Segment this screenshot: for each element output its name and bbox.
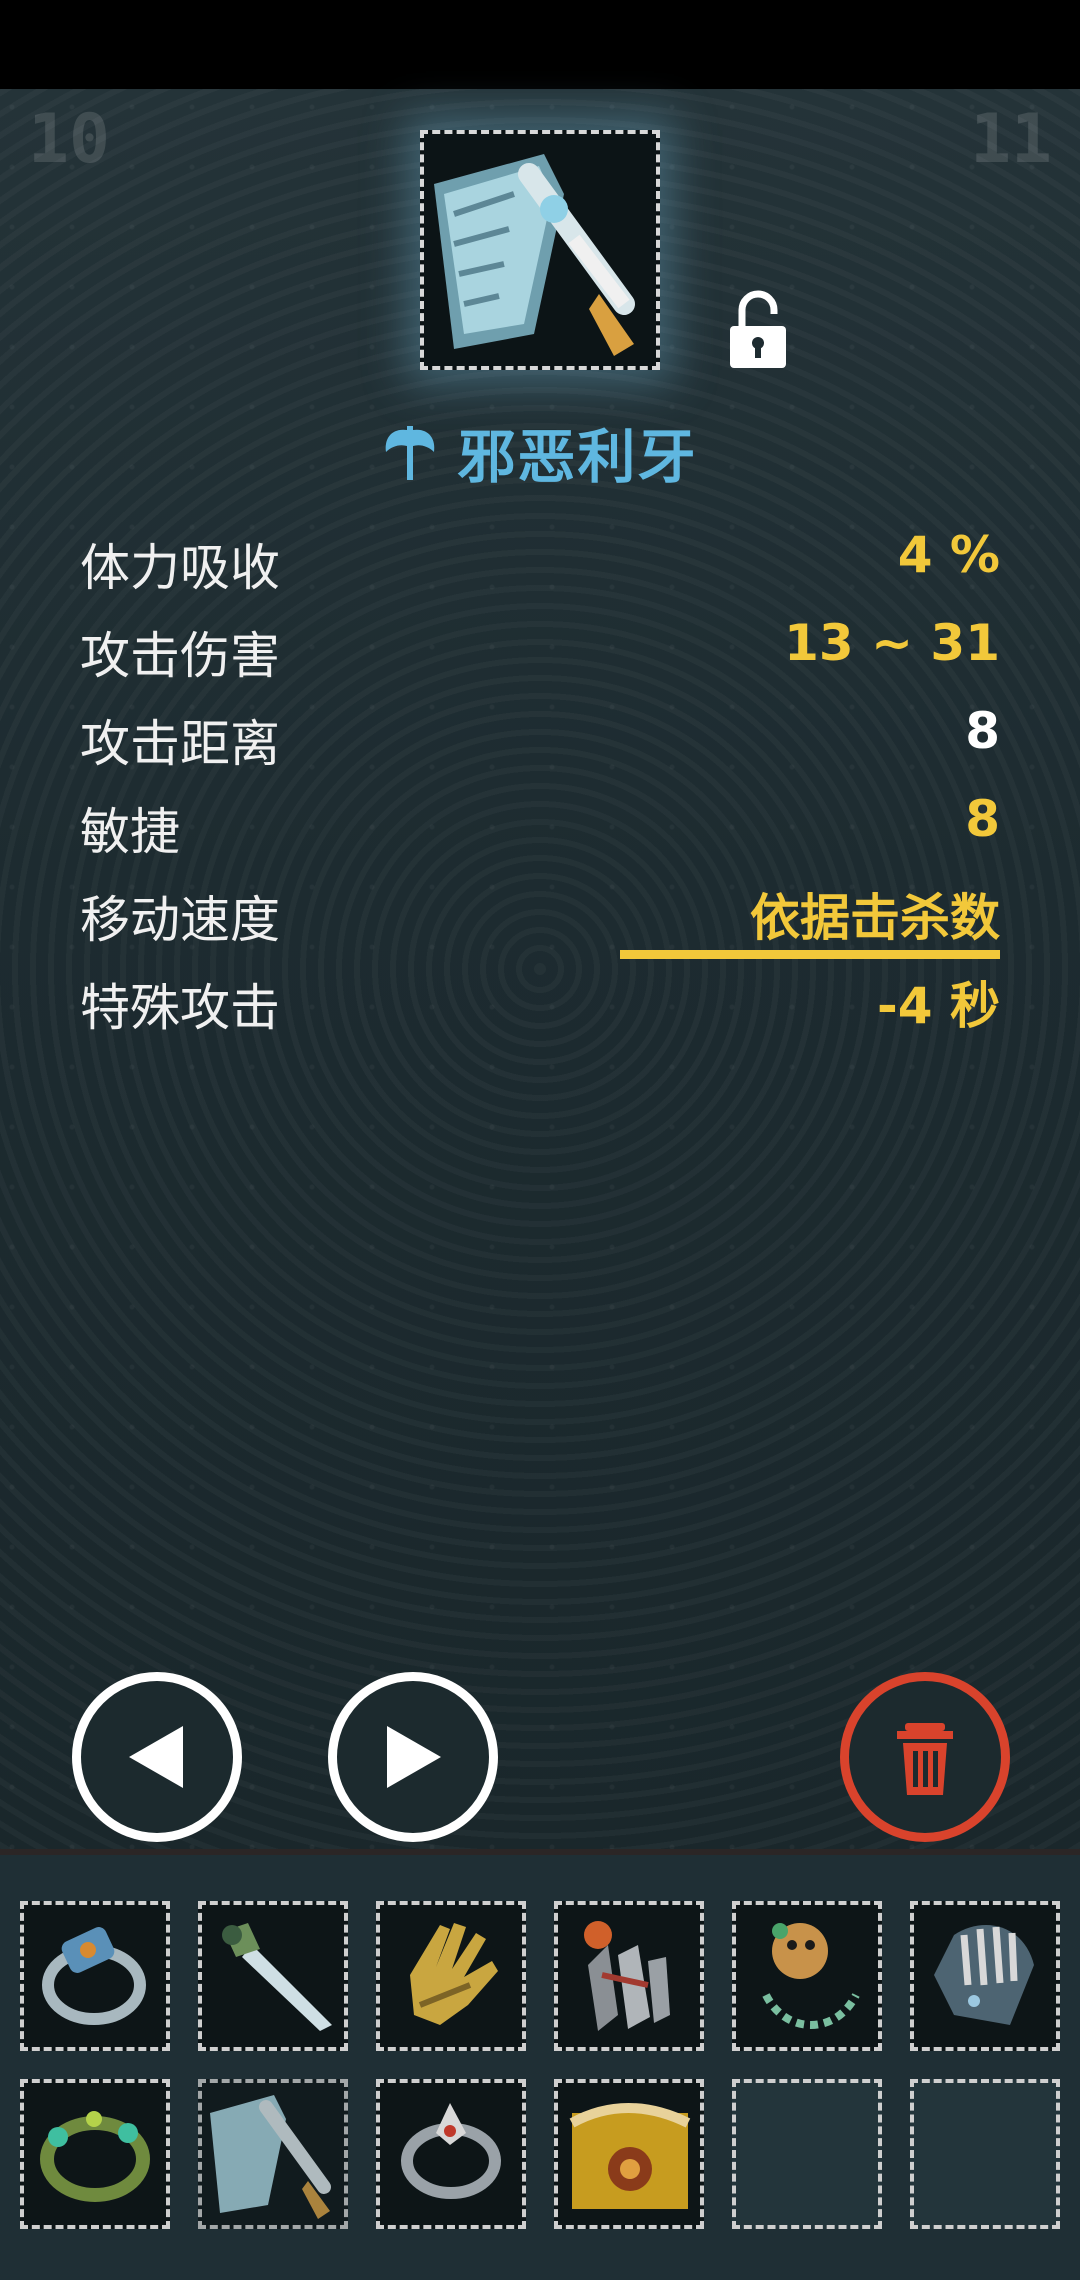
stat-row-move-speed: 移动速度 依据击杀数 xyxy=(80,872,1000,960)
hook-ring-icon xyxy=(401,2103,501,2199)
next-item-button[interactable] xyxy=(328,1672,498,1842)
bracer-icon xyxy=(934,1925,1034,2025)
stat-value: 8 xyxy=(965,790,1000,848)
stat-row-hp-drain: 体力吸收 4 % xyxy=(80,520,1000,608)
stat-label: 敏捷 xyxy=(80,803,180,861)
bracelet-icon xyxy=(40,2111,150,2202)
trash-icon xyxy=(897,1723,953,1795)
gauntlet-icon xyxy=(410,1923,498,2025)
inventory-slot[interactable] xyxy=(198,1901,348,2051)
item-portrait xyxy=(420,130,660,370)
inventory-slot[interactable] xyxy=(554,2079,704,2229)
stat-label: 攻击伤害 xyxy=(80,627,280,685)
stat-label: 特殊攻击 xyxy=(80,979,280,1037)
left-triangle-icon xyxy=(129,1726,183,1788)
inventory-slot[interactable] xyxy=(376,2079,526,2229)
inventory-slot[interactable] xyxy=(20,1901,170,2051)
highlight-underline xyxy=(620,950,1000,959)
stat-row-attack-damage: 攻击伤害 13 ~ 31 xyxy=(80,608,1000,696)
inventory-slot[interactable] xyxy=(376,1901,526,2051)
stat-label: 体力吸收 xyxy=(80,539,280,597)
amulet-icon xyxy=(762,1923,860,2029)
unlocked-padlock-icon[interactable] xyxy=(728,290,788,370)
inventory-slot[interactable] xyxy=(554,1901,704,2051)
claw-icon xyxy=(584,1921,670,2031)
dagger-icon xyxy=(222,1923,332,2031)
stat-row-agility: 敏捷 8 xyxy=(80,784,1000,872)
corner-number-left: 10 xyxy=(28,100,110,179)
inventory-slot[interactable] xyxy=(20,2079,170,2229)
stat-value: 4 % xyxy=(897,526,1000,584)
stat-label: 移动速度 xyxy=(80,891,280,949)
item-name: 邪恶利牙 xyxy=(457,423,698,491)
belt-icon xyxy=(569,2103,691,2209)
item-title: 邪恶利牙 xyxy=(0,410,1080,494)
stat-label: 攻击距离 xyxy=(80,715,280,773)
axe-icon xyxy=(386,426,435,480)
delete-item-button[interactable] xyxy=(840,1672,1010,1842)
stats-list: 体力吸收 4 % 攻击伤害 13 ~ 31 攻击距离 8 敏捷 8 移动速度 依… xyxy=(80,520,1000,1048)
corner-number-right: 11 xyxy=(970,100,1052,179)
stat-value: 依据击杀数 xyxy=(750,889,1000,947)
right-triangle-icon xyxy=(387,1726,441,1788)
inventory-slot-empty[interactable] xyxy=(910,2079,1060,2229)
stat-value: -4 秒 xyxy=(877,977,1000,1035)
inventory-slot-empty[interactable] xyxy=(732,2079,882,2229)
stat-value: 8 xyxy=(965,702,1000,760)
inventory-slot[interactable] xyxy=(732,1901,882,2051)
axe-icon xyxy=(424,134,656,366)
stat-row-attack-range: 攻击距离 8 xyxy=(80,696,1000,784)
inventory-slot[interactable] xyxy=(910,1901,1060,2051)
inventory-slot-selected[interactable] xyxy=(198,2079,348,2229)
stat-row-special-attack: 特殊攻击 -4 秒 xyxy=(80,960,1000,1048)
status-bar xyxy=(0,0,1080,89)
inventory-grid xyxy=(0,1855,1080,2280)
ring-icon xyxy=(42,1927,146,2025)
stat-value: 13 ~ 31 xyxy=(784,614,1000,672)
previous-item-button[interactable] xyxy=(72,1672,242,1842)
axe-icon xyxy=(210,2095,331,2219)
